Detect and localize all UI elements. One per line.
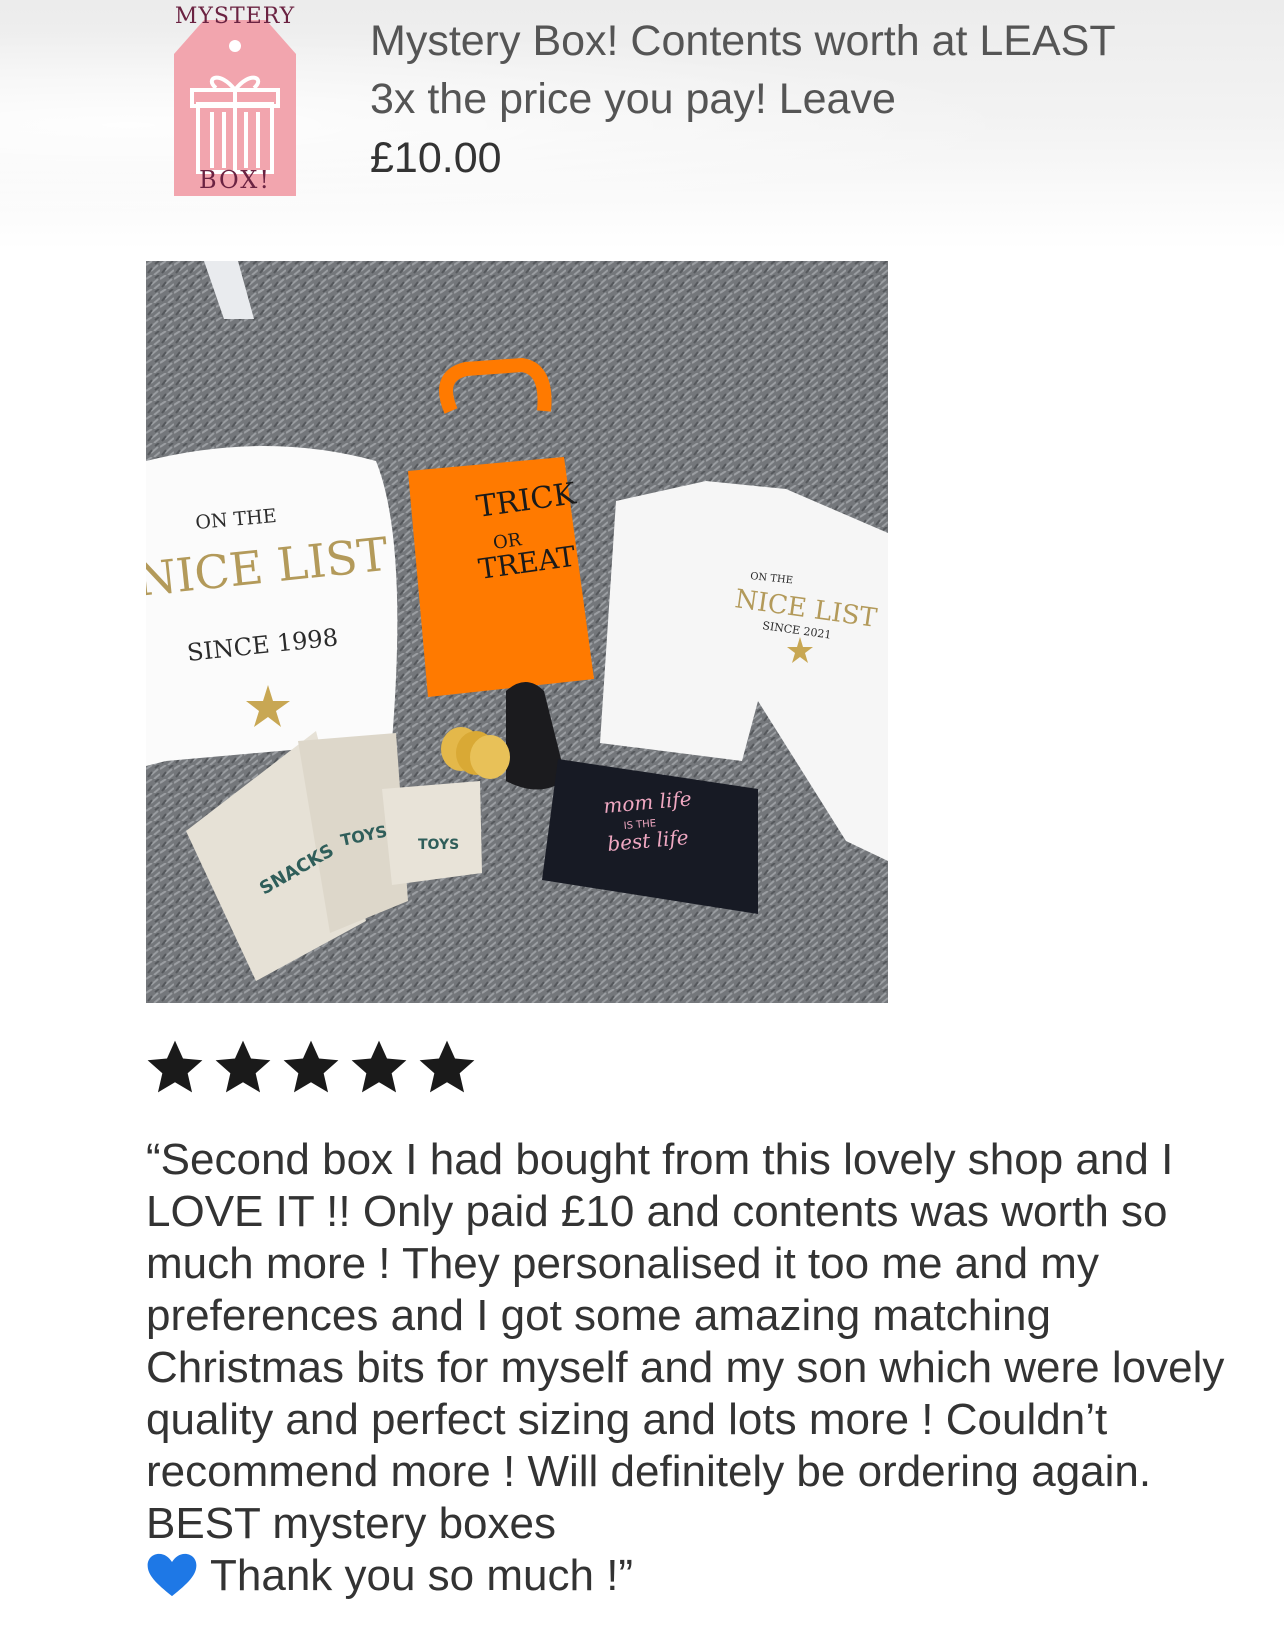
star-icon [283, 1040, 339, 1093]
review-card: MYSTERY BOX! Mystery Box! Contents worth… [0, 0, 1284, 1642]
star-icon [419, 1040, 475, 1093]
listing-title[interactable]: Mystery Box! Contents worth at LEAST 3x … [370, 12, 1170, 128]
star-icon [215, 1040, 271, 1093]
star-icon [147, 1040, 203, 1093]
blue-heart-icon [147, 1553, 197, 1597]
star-icon [351, 1040, 407, 1093]
review-photo[interactable]: ON THE NICE LIST SINCE 1998 TRICK OR TRE… [146, 261, 888, 1003]
thumbnail-brand-top: MYSTERY [174, 4, 296, 29]
star-rating [144, 1036, 478, 1098]
listing-price: £10.00 [370, 134, 502, 182]
review-closing: Thank you so much !” [210, 1551, 634, 1600]
thumbnail-brand-bottom: BOX! [198, 166, 272, 194]
review-text: “Second box I had bought from this lovel… [146, 1134, 1256, 1602]
review-photo-image: ON THE NICE LIST SINCE 1998 TRICK OR TRE… [146, 261, 888, 1003]
review-body: “Second box I had bought from this lovel… [146, 1135, 1237, 1548]
pouch-3-label: TOYS [418, 837, 459, 853]
listing-thumbnail[interactable]: MYSTERY BOX! [160, 0, 310, 200]
